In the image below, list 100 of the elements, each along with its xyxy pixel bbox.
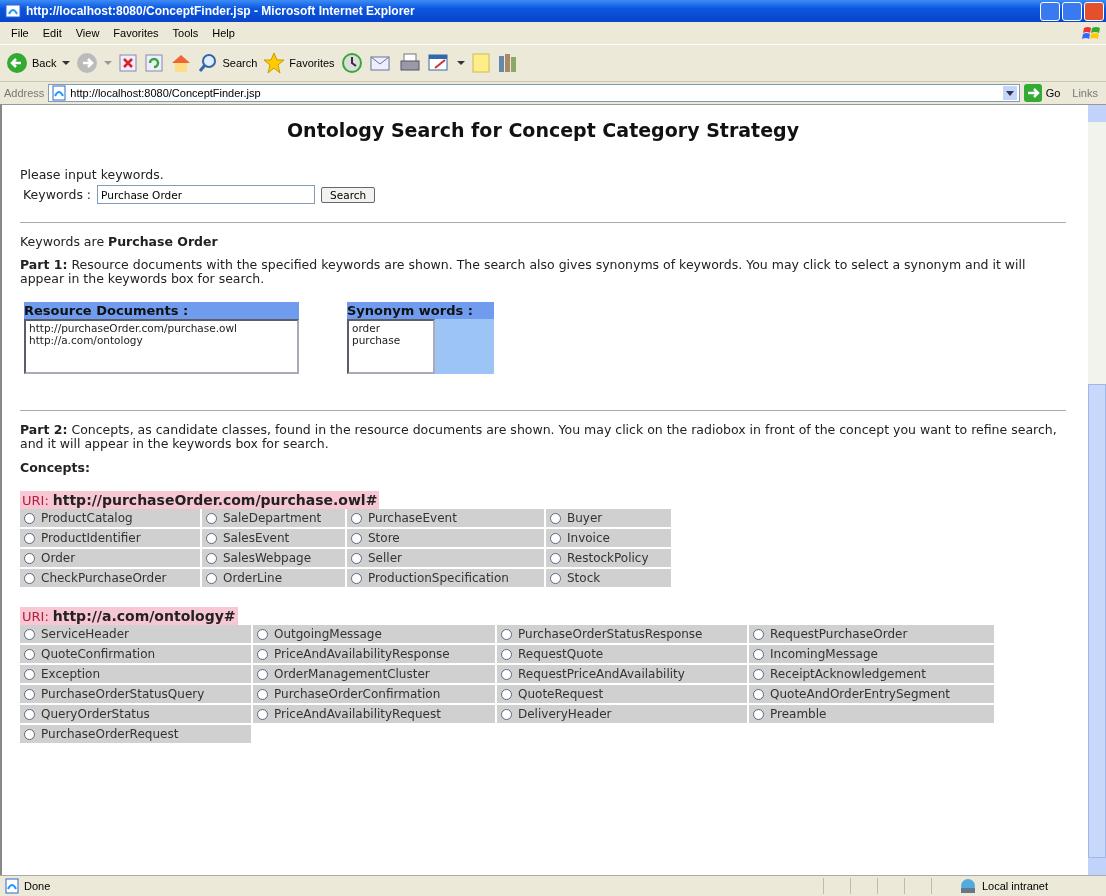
radio-button[interactable]	[501, 668, 512, 680]
radio-button[interactable]	[550, 512, 561, 524]
menu-item[interactable]: Help	[205, 27, 242, 39]
list-option[interactable]: http://a.com/ontology	[29, 334, 294, 346]
concept-option[interactable]: Store	[347, 529, 544, 547]
concept-option[interactable]: RestockPolicy	[546, 549, 671, 567]
radio-button[interactable]	[257, 708, 268, 720]
list-option[interactable]: order	[352, 322, 430, 334]
concept-option[interactable]: QuoteAndOrderEntrySegment	[749, 685, 994, 703]
radio-button[interactable]	[753, 708, 764, 720]
concept-option[interactable]: SalesEvent	[202, 529, 345, 547]
concept-option[interactable]: ProductIdentifier	[20, 529, 200, 547]
radio-button[interactable]	[24, 532, 35, 544]
radio-button[interactable]	[351, 572, 362, 584]
concept-option[interactable]: RequestPriceAndAvailability	[497, 665, 747, 683]
concept-option[interactable]: PurchaseOrderStatusResponse	[497, 625, 747, 643]
concept-option[interactable]: PriceAndAvailabilityResponse	[253, 645, 495, 663]
close-button[interactable]	[1084, 1, 1104, 21]
menu-item[interactable]: View	[68, 27, 107, 39]
concept-option[interactable]: ServiceHeader	[20, 625, 251, 643]
maximize-button[interactable]	[1062, 1, 1082, 21]
minimize-button[interactable]	[1040, 1, 1060, 21]
concept-option[interactable]: Order	[20, 549, 200, 567]
concept-option[interactable]: OrderLine	[202, 569, 345, 587]
radio-button[interactable]	[753, 648, 764, 660]
history-icon[interactable]	[340, 52, 363, 74]
radio-button[interactable]	[24, 572, 35, 584]
concept-option[interactable]: ProductionSpecification	[347, 569, 544, 587]
concept-option[interactable]: OutgoingMessage	[253, 625, 495, 643]
radio-button[interactable]	[550, 552, 561, 564]
radio-button[interactable]	[24, 708, 35, 720]
concept-option[interactable]: RequestPurchaseOrder	[749, 625, 994, 643]
concept-option[interactable]: QuoteRequest	[497, 685, 747, 703]
concept-option[interactable]: QueryOrderStatus	[20, 705, 251, 723]
concept-option[interactable]: CheckPurchaseOrder	[20, 569, 200, 587]
radio-button[interactable]	[24, 512, 35, 524]
concept-option[interactable]: PurchaseOrderConfirmation	[253, 685, 495, 703]
radio-button[interactable]	[753, 628, 764, 640]
radio-button[interactable]	[550, 532, 561, 544]
concept-option[interactable]: OrderManagementCluster	[253, 665, 495, 683]
concept-option[interactable]: PriceAndAvailabilityRequest	[253, 705, 495, 723]
concept-option[interactable]: PurchaseEvent	[347, 509, 544, 527]
concept-option[interactable]: SaleDepartment	[202, 509, 345, 527]
stop-icon[interactable]	[118, 53, 139, 73]
concept-option[interactable]: RequestQuote	[497, 645, 747, 663]
concept-option[interactable]: ReceiptAcknowledgement	[749, 665, 994, 683]
synonym-list[interactable]: order purchase	[347, 319, 435, 374]
go-button[interactable]: Go	[1023, 84, 1061, 102]
search-button[interactable]: Search	[321, 186, 376, 203]
concept-option[interactable]: PurchaseOrderRequest	[20, 725, 251, 743]
radio-button[interactable]	[257, 648, 268, 660]
books-icon[interactable]	[496, 52, 519, 74]
menu-item[interactable]: Edit	[35, 27, 69, 39]
back-button[interactable]: Back	[6, 52, 57, 74]
favorites-button[interactable]: Favorites	[263, 52, 335, 74]
scrollbar[interactable]	[1088, 105, 1106, 875]
concept-option[interactable]: Invoice	[546, 529, 671, 547]
edit-icon[interactable]	[426, 52, 451, 74]
radio-button[interactable]	[24, 728, 35, 740]
radio-button[interactable]	[257, 668, 268, 680]
radio-button[interactable]	[351, 532, 362, 544]
radio-button[interactable]	[501, 648, 512, 660]
list-option[interactable]: purchase	[352, 334, 430, 346]
list-option[interactable]: http://purchaseOrder.com/purchase.owl	[29, 322, 294, 334]
concept-option[interactable]: SalesWebpage	[202, 549, 345, 567]
concept-option[interactable]: Exception	[20, 665, 251, 683]
radio-button[interactable]	[24, 648, 35, 660]
search-button[interactable]: Search	[198, 53, 258, 73]
radio-button[interactable]	[206, 512, 217, 524]
concept-option[interactable]: QuoteConfirmation	[20, 645, 251, 663]
radio-button[interactable]	[257, 688, 268, 700]
links-button[interactable]: Links	[1064, 87, 1102, 99]
concept-option[interactable]: IncomingMessage	[749, 645, 994, 663]
radio-button[interactable]	[24, 688, 35, 700]
concept-option[interactable]: DeliveryHeader	[497, 705, 747, 723]
address-field[interactable]: http://localhost:8080/ConceptFinder.jsp	[48, 84, 1020, 102]
menu-item[interactable]: Tools	[165, 27, 206, 39]
radio-button[interactable]	[501, 708, 512, 720]
resource-documents-list[interactable]: http://purchaseOrder.com/purchase.owl http://a.com/ontology	[24, 319, 299, 374]
concept-option[interactable]: Preamble	[749, 705, 994, 723]
keywords-field[interactable]: Purchase Order	[97, 185, 316, 204]
scroll-thumb[interactable]	[1088, 384, 1106, 858]
menu-item[interactable]: Favorites	[106, 27, 166, 39]
radio-button[interactable]	[24, 552, 35, 564]
radio-button[interactable]	[753, 668, 764, 680]
radio-button[interactable]	[24, 628, 35, 640]
radio-button[interactable]	[257, 628, 268, 640]
radio-button[interactable]	[550, 572, 561, 584]
radio-button[interactable]	[206, 572, 217, 584]
radio-button[interactable]	[501, 688, 512, 700]
concept-option[interactable]: Buyer	[546, 509, 671, 527]
menu-item[interactable]: File	[4, 27, 36, 39]
radio-button[interactable]	[351, 552, 362, 564]
caret-icon[interactable]	[456, 60, 465, 66]
radio-button[interactable]	[351, 512, 362, 524]
radio-button[interactable]	[24, 668, 35, 680]
printer-icon[interactable]	[398, 52, 421, 74]
concept-option[interactable]: Stock	[546, 569, 671, 587]
concept-option[interactable]: Seller	[347, 549, 544, 567]
radio-button[interactable]	[206, 552, 217, 564]
